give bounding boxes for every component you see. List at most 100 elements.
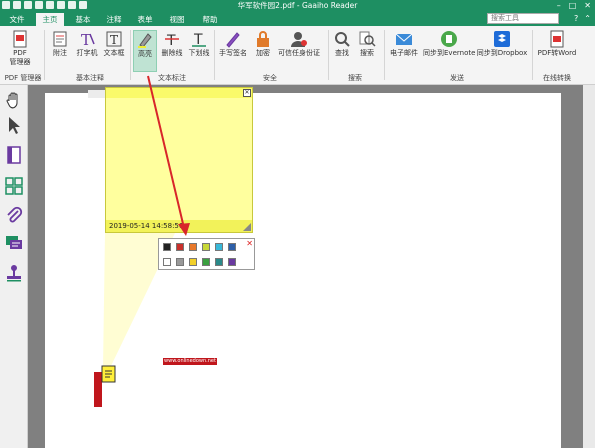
trusted-identity-button[interactable]: 可信任身份证: [275, 30, 323, 72]
svg-text:T: T: [81, 31, 91, 48]
comments-panel-icon[interactable]: [4, 233, 24, 253]
ribbon: PDF 管理器 附注 T 打字机 T 文本框 基本注释 PDF 管理器 高亮 T…: [0, 26, 595, 85]
underline-icon: T: [192, 32, 206, 48]
group-separator: [214, 30, 215, 80]
sync-dropbox-button[interactable]: 同步到Dropbox: [476, 30, 528, 72]
color-palette-popup: ✕: [158, 238, 255, 270]
maximize-icon[interactable]: □: [569, 0, 577, 11]
tab-help[interactable]: 帮助: [197, 13, 223, 26]
color-swatch[interactable]: [202, 243, 210, 251]
search-button[interactable]: 搜索: [356, 30, 378, 72]
find-icon: [335, 32, 350, 47]
strikethrough-button[interactable]: T 删除线: [159, 30, 185, 72]
minimize-icon[interactable]: –: [557, 0, 561, 11]
pdf-manager-label: PDF 管理器: [9, 49, 31, 66]
thumbnails-icon[interactable]: [4, 176, 24, 196]
color-swatch[interactable]: [202, 258, 210, 266]
highlight-button[interactable]: 高亮: [133, 30, 157, 72]
tab-view[interactable]: 视图: [164, 13, 190, 26]
find-label: 查找: [335, 49, 349, 57]
note-close-button[interactable]: ✕: [243, 89, 251, 97]
text-box-icon: T: [106, 31, 122, 47]
bookmark-icon[interactable]: [4, 145, 24, 165]
highlight-icon: [138, 33, 152, 48]
color-swatch[interactable]: [176, 258, 184, 266]
svg-text:T: T: [166, 33, 176, 48]
color-swatch[interactable]: [228, 258, 236, 266]
group-pdf-manager-label: PDF 管理器: [4, 74, 42, 82]
title-bar: 华军软件园2.pdf - Gaaiho Reader – □ ✕: [0, 0, 595, 11]
tab-form[interactable]: 表单: [132, 13, 158, 26]
text-box-button[interactable]: T 文本框: [102, 30, 126, 72]
sticky-note-marker-icon[interactable]: [101, 365, 117, 383]
user-check-icon: [291, 32, 307, 47]
sticky-note-icon: [53, 31, 67, 47]
color-swatch[interactable]: [163, 258, 171, 266]
resize-grip-icon[interactable]: [243, 223, 251, 231]
search-tools-input[interactable]: [487, 13, 559, 24]
menu-tabs: 文件 主页 基本 注释 表单 视图 帮助 ? ⌃: [0, 11, 595, 26]
close-icon[interactable]: ✕: [584, 0, 591, 11]
envelope-icon: [395, 33, 413, 45]
collapse-ribbon-icon[interactable]: ⌃: [584, 13, 591, 24]
note-timestamp: 2019-05-14 14:58:56: [106, 220, 252, 232]
stamp-icon[interactable]: [4, 263, 24, 283]
typewriter-button[interactable]: T 打字机: [73, 30, 101, 72]
note-popup[interactable]: ✕ 2019-05-14 14:58:56: [105, 87, 253, 233]
pdf-to-word-button[interactable]: PDF转Word: [535, 30, 579, 72]
tab-home[interactable]: 主页: [36, 13, 64, 26]
color-swatch[interactable]: [163, 243, 171, 251]
group-separator: [130, 30, 131, 80]
svg-text:T: T: [110, 33, 118, 47]
group-basic-comments-label: 基本注释: [76, 74, 104, 82]
color-swatch[interactable]: [189, 243, 197, 251]
sticky-note-button[interactable]: 附注: [50, 30, 70, 72]
pdf-to-word-label: PDF转Word: [537, 49, 577, 57]
pdf-manager-button[interactable]: PDF 管理器: [6, 30, 34, 72]
vertical-scrollbar[interactable]: [583, 85, 595, 448]
group-separator: [532, 30, 533, 80]
group-text-markup-label: 文本标注: [158, 74, 186, 82]
color-swatch[interactable]: [215, 243, 223, 251]
encrypt-label: 加密: [256, 49, 270, 57]
encrypt-button[interactable]: 加密: [252, 30, 274, 72]
color-swatch[interactable]: [176, 243, 184, 251]
dropbox-icon: [494, 31, 510, 47]
typewriter-icon: T: [81, 31, 95, 48]
group-online-conversion-label: 在线转换: [543, 74, 571, 82]
group-separator: [384, 30, 385, 80]
email-label: 电子邮件: [390, 49, 418, 57]
sync-evernote-button[interactable]: 同步到Evernote: [423, 30, 475, 72]
note-header[interactable]: [106, 88, 252, 98]
window-title: 华军软件园2.pdf - Gaaiho Reader: [237, 1, 358, 10]
underline-label: 下划线: [188, 49, 210, 57]
email-button[interactable]: 电子邮件: [386, 30, 422, 72]
select-cursor-icon[interactable]: [4, 115, 24, 135]
attachment-icon[interactable]: [4, 205, 24, 225]
handwritten-signature-button[interactable]: 手写签名: [216, 30, 250, 72]
tab-file[interactable]: 文件: [4, 13, 30, 26]
pdf-to-word-icon: [550, 30, 564, 48]
highlight-label: 高亮: [138, 50, 152, 58]
color-swatch[interactable]: [189, 258, 197, 266]
color-swatch[interactable]: [228, 243, 236, 251]
palette-close-icon[interactable]: ✕: [246, 239, 253, 248]
sticky-note-label: 附注: [53, 49, 67, 57]
find-button[interactable]: 查找: [332, 30, 352, 72]
help-icon[interactable]: ?: [574, 13, 578, 24]
window-controls: – □ ✕: [557, 0, 591, 11]
group-separator: [44, 30, 45, 80]
color-swatch[interactable]: [215, 258, 223, 266]
strikethrough-icon: T: [165, 33, 179, 48]
lock-icon: [257, 31, 269, 47]
search-icon: [359, 31, 376, 47]
group-send-label: 发送: [450, 74, 464, 82]
hand-tool-icon[interactable]: [4, 90, 24, 110]
group-security-label: 安全: [263, 74, 277, 82]
tab-comment[interactable]: 注释: [101, 13, 127, 26]
text-box-label: 文本框: [103, 49, 125, 57]
evernote-icon: [441, 31, 457, 47]
search-label: 搜索: [360, 49, 374, 57]
tab-basic[interactable]: 基本: [70, 13, 96, 26]
underline-button[interactable]: T 下划线: [186, 30, 212, 72]
